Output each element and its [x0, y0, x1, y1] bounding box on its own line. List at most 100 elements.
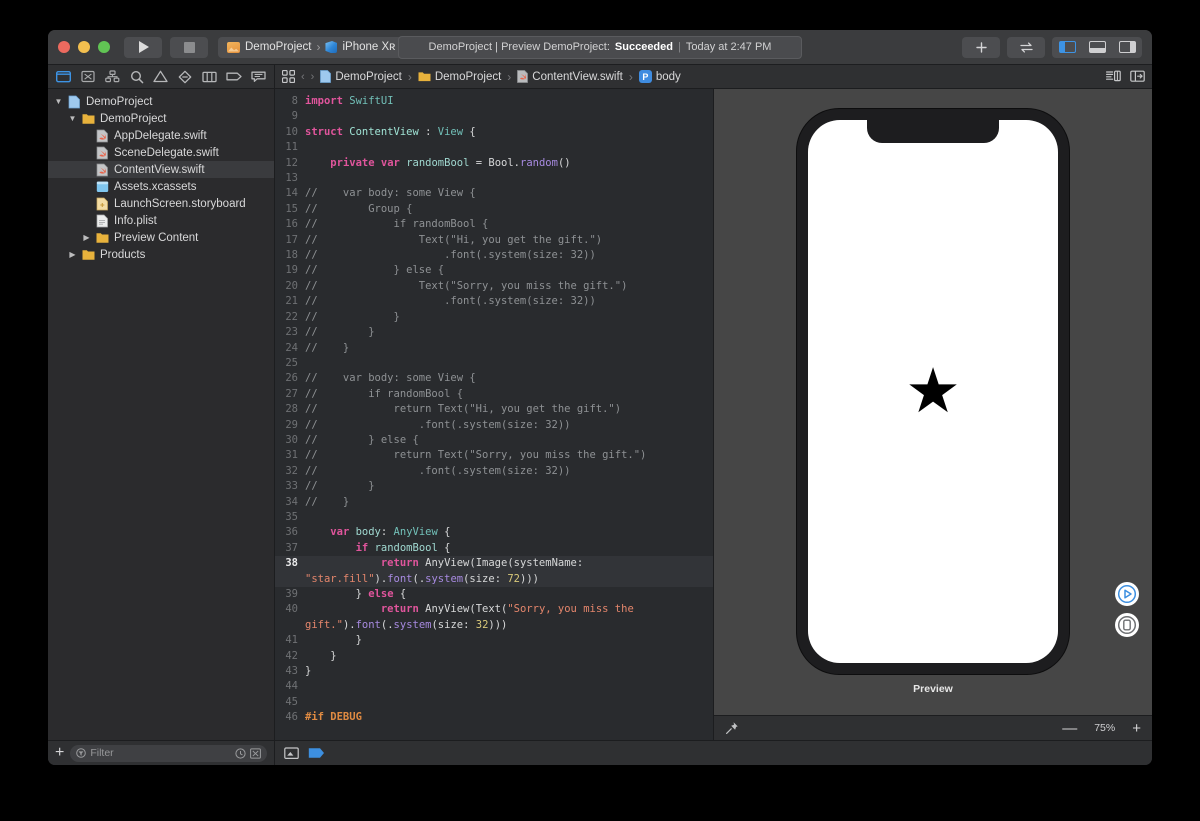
tree-item-appdelegate-swift[interactable]: AppDelegate.swift — [48, 127, 274, 144]
find-navigator-button[interactable] — [125, 67, 147, 87]
source-control-filter-icon[interactable] — [250, 747, 261, 759]
code-line[interactable]: 28 // return Text("Hi, you get the gift."… — [275, 402, 713, 417]
code-line[interactable]: 40 return AnyView(Text("Sorry, you miss … — [275, 602, 713, 633]
live-preview-button[interactable] — [1115, 582, 1139, 606]
go-back-button[interactable]: ‹ — [301, 71, 305, 83]
tree-item-assets-xcassets[interactable]: Assets.xcassets — [48, 178, 274, 195]
debug-navigator-button[interactable] — [199, 67, 221, 87]
swap-editor-button[interactable] — [1007, 36, 1045, 58]
code-line[interactable]: 38 return AnyView(Image(systemName: "sta… — [275, 556, 713, 587]
disclosure-triangle-icon[interactable]: ▼ — [68, 114, 77, 123]
toggle-inspector-button[interactable] — [1112, 37, 1142, 58]
code-line[interactable]: 44 — [275, 679, 713, 694]
source-code-editor[interactable]: 8 import SwiftUI 9 10 struct ContentView : … — [275, 89, 713, 740]
breakpoint-icon[interactable] — [308, 747, 325, 759]
code-line[interactable]: 11 — [275, 140, 713, 155]
code-line[interactable]: 41 } — [275, 633, 713, 648]
run-button[interactable] — [124, 36, 162, 58]
preview-canvas[interactable]: ★ Preview — [714, 89, 1152, 715]
code-line[interactable]: 25 — [275, 356, 713, 371]
disclosure-triangle-icon[interactable]: ▶ — [82, 233, 91, 242]
close-button[interactable] — [58, 41, 70, 53]
breakpoint-navigator-button[interactable] — [223, 67, 245, 87]
tree-item-demoproject[interactable]: ▼ DemoProject — [48, 93, 274, 110]
code-line[interactable]: 26 // var body: some View { — [275, 371, 713, 386]
project-file-tree[interactable]: ▼ DemoProject ▼ DemoProject AppDelegate.swif… — [48, 89, 274, 740]
tree-item-preview-content[interactable]: ▶ Preview Content — [48, 229, 274, 246]
show-debug-icon[interactable] — [284, 746, 299, 760]
code-line[interactable]: 33 // } — [275, 479, 713, 494]
code-line[interactable]: 12 private var randomBool = Bool.random(… — [275, 156, 713, 171]
code-line[interactable]: 24 // } — [275, 341, 713, 356]
code-line[interactable]: 42 } — [275, 649, 713, 664]
breadcrumb-item-1[interactable]: DemoProject — [435, 71, 501, 83]
code-line[interactable]: 34 // } — [275, 495, 713, 510]
code-line[interactable]: 45 — [275, 695, 713, 710]
stop-button[interactable] — [170, 36, 208, 58]
toggle-debug-area-button[interactable] — [1082, 37, 1112, 58]
issue-navigator-button[interactable] — [150, 67, 172, 87]
code-line-text: #if DEBUG — [305, 710, 713, 725]
tree-item-contentview-swift[interactable]: ContentView.swift — [48, 161, 274, 178]
editor-options-icon[interactable] — [1130, 70, 1145, 83]
code-line[interactable]: 46 #if DEBUG — [275, 710, 713, 725]
activity-status-bar[interactable]: DemoProject | Preview DemoProject: Succe… — [398, 35, 802, 59]
code-line[interactable]: 19 // } else { — [275, 263, 713, 278]
disclosure-triangle-icon[interactable]: ▼ — [54, 97, 63, 106]
code-line[interactable]: 31 // return Text("Sorry, you miss the gi… — [275, 448, 713, 463]
zoom-button[interactable] — [98, 41, 110, 53]
code-line[interactable]: 18 // .font(.system(size: 32)) — [275, 248, 713, 263]
code-line[interactable]: 29 // .font(.system(size: 32)) — [275, 418, 713, 433]
code-line[interactable]: 35 — [275, 510, 713, 525]
tree-item-launchscreen-storyboard[interactable]: LaunchScreen.storyboard — [48, 195, 274, 212]
add-file-button[interactable]: + — [55, 745, 64, 761]
code-line[interactable]: 32 // .font(.system(size: 32)) — [275, 464, 713, 479]
code-line[interactable]: 27 // if randomBool { — [275, 387, 713, 402]
disclosure-triangle-icon[interactable]: ▶ — [68, 250, 77, 259]
code-line[interactable]: 10 struct ContentView : View { — [275, 125, 713, 140]
code-line[interactable]: 36 var body: AnyView { — [275, 525, 713, 540]
minimize-button[interactable] — [78, 41, 90, 53]
code-line[interactable]: 23 // } — [275, 325, 713, 340]
source-control-navigator-button[interactable] — [76, 67, 98, 87]
code-line[interactable]: 43} — [275, 664, 713, 679]
tree-item-products[interactable]: ▶ Products — [48, 246, 274, 263]
tree-item-info-plist[interactable]: Info.plist — [48, 212, 274, 229]
tree-item-scenedelegate-swift[interactable]: SceneDelegate.swift — [48, 144, 274, 161]
zoom-out-button[interactable]: — — [1062, 721, 1077, 736]
code-line[interactable]: 15 // Group { — [275, 202, 713, 217]
report-navigator-button[interactable] — [248, 67, 270, 87]
test-navigator-button[interactable] — [174, 67, 196, 87]
code-line[interactable]: 21 // .font(.system(size: 32)) — [275, 294, 713, 309]
tree-item-demoproject[interactable]: ▼ DemoProject — [48, 110, 274, 127]
filter-input[interactable]: Filter — [70, 744, 267, 762]
code-line[interactable]: 16 // if randomBool { — [275, 217, 713, 232]
pin-icon[interactable] — [725, 721, 739, 735]
minimap-icon[interactable] — [1106, 70, 1121, 83]
code-line[interactable]: 30 // } else { — [275, 433, 713, 448]
code-line[interactable]: 20 // Text("Sorry, you miss the gift.") — [275, 279, 713, 294]
tree-item-label: ContentView.swift — [114, 163, 205, 176]
code-line[interactable]: 14 // var body: some View { — [275, 186, 713, 201]
device-screen[interactable]: ★ — [808, 120, 1058, 663]
code-line[interactable]: 22 // } — [275, 310, 713, 325]
code-line[interactable]: 13 — [275, 171, 713, 186]
breadcrumb-item-2[interactable]: ContentView.swift — [532, 71, 623, 83]
scheme-selector[interactable]: DemoProject › iPhone Xʀ — [218, 36, 405, 58]
symbol-navigator-button[interactable] — [101, 67, 123, 87]
code-line[interactable]: 17 // Text("Hi, you get the gift.") — [275, 233, 713, 248]
breadcrumb-item-3[interactable]: body — [656, 71, 681, 83]
code-line[interactable]: 37 if randomBool { — [275, 541, 713, 556]
project-navigator-button[interactable] — [52, 67, 74, 87]
related-items-icon[interactable] — [282, 70, 295, 83]
code-line[interactable]: 39 } else { — [275, 587, 713, 602]
preview-on-device-button[interactable] — [1115, 613, 1139, 637]
code-line[interactable]: 8 import SwiftUI — [275, 94, 713, 109]
add-editor-button[interactable] — [962, 36, 1000, 58]
go-forward-button[interactable]: › — [311, 71, 315, 83]
code-line[interactable]: 9 — [275, 109, 713, 124]
breadcrumb-item-0[interactable]: DemoProject — [335, 71, 401, 83]
zoom-in-button[interactable]: + — [1132, 721, 1141, 736]
toggle-navigator-button[interactable] — [1052, 37, 1082, 58]
recent-icon[interactable] — [235, 747, 246, 759]
